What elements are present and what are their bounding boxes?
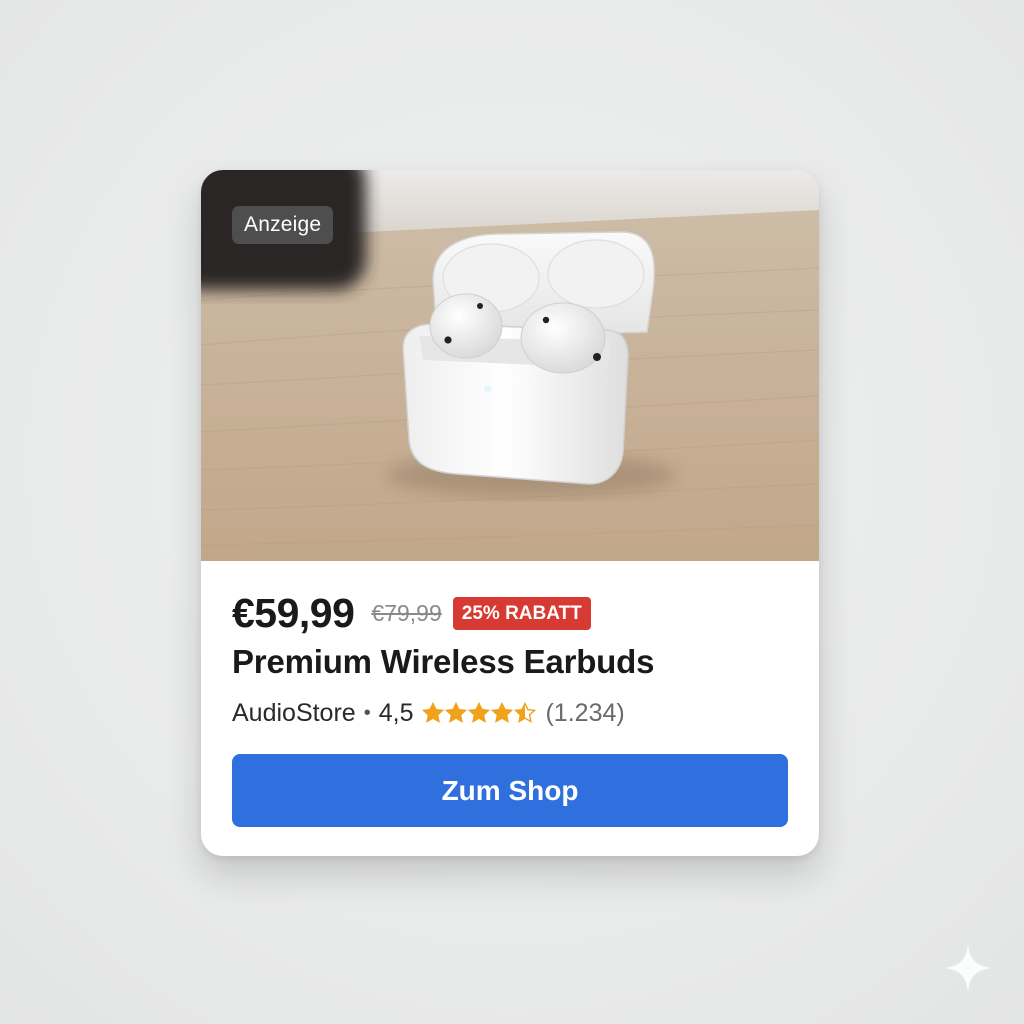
seller-rating-row: AudioStore • 4,5 (1.234) [232,696,625,730]
current-price: €59,99 [232,589,355,636]
star-rating [422,702,537,724]
rating-value: 4,5 [378,698,414,727]
separator-dot: • [363,701,371,724]
star-icon [514,702,537,723]
shop-button[interactable]: Zum Shop [232,754,788,827]
discount-badge: 25% RABATT [452,596,591,630]
page-background: Anzeige €59,99 €79,99 25% RABATT Premium… [0,0,1024,1024]
price-row: €59,99 €79,99 25% RABATT [232,588,591,638]
star-icon [468,702,491,723]
ad-label-badge: Anzeige [232,206,334,244]
sparkle-icon [944,944,992,992]
ad-card[interactable]: Anzeige €59,99 €79,99 25% RABATT Premium… [201,170,819,856]
star-icon [445,702,468,723]
review-count[interactable]: (1.234) [545,699,624,728]
seller-name[interactable]: AudioStore [232,699,356,728]
product-image[interactable]: Anzeige [201,170,819,561]
star-icon [491,702,514,723]
product-title[interactable]: Premium Wireless Earbuds [232,643,654,681]
original-price: €79,99 [371,599,442,626]
star-icon [422,702,445,723]
